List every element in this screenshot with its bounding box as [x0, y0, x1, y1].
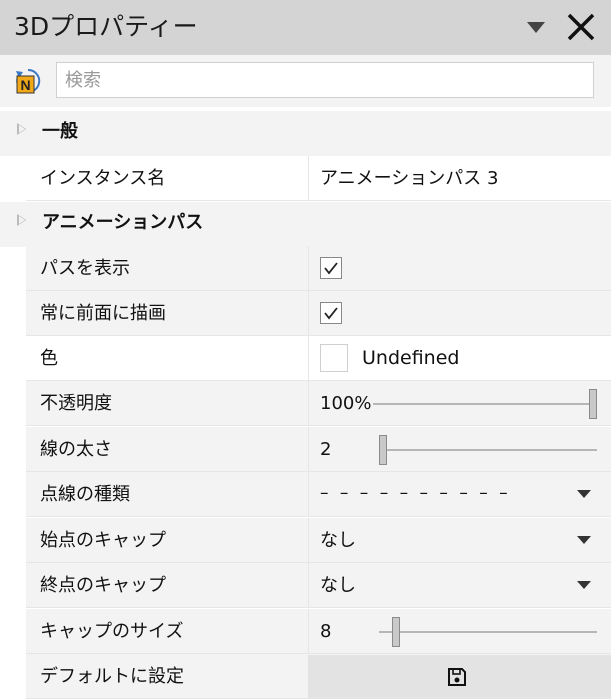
row-label: 始点のキャップ [40, 530, 166, 551]
section-animation-path[interactable]: アニメーションパス [0, 202, 611, 247]
opacity-text: 100% [320, 393, 372, 414]
close-icon[interactable] [566, 12, 596, 42]
instance-name-field[interactable]: アニメーションパス 3 [308, 156, 611, 200]
reset-icon[interactable]: N [14, 67, 44, 97]
checkmark-icon [324, 307, 338, 320]
row-label: 終点のキャップ [40, 575, 166, 596]
chevron-down-icon[interactable] [527, 22, 545, 33]
save-icon [448, 668, 466, 686]
line-width-slider-track[interactable] [379, 449, 597, 451]
row-label: インスタンス名 [40, 168, 166, 189]
row-opacity: 不透明度 100% [26, 381, 611, 426]
row-cap-size: キャップのサイズ 8 [26, 609, 611, 654]
row-label: 線の太さ [40, 439, 112, 460]
always-on-top-checkbox[interactable] [320, 302, 342, 324]
color-value: Undefined [308, 336, 611, 380]
svg-text:N: N [20, 77, 30, 93]
cap-size-value: 8 [308, 609, 611, 653]
search-input[interactable] [56, 62, 594, 98]
row-label: パスを表示 [40, 258, 130, 279]
row-always-on-top: 常に前面に描画 [26, 291, 611, 336]
save-default-button[interactable] [308, 655, 611, 698]
row-label: デフォルトに設定 [40, 666, 184, 687]
section-label: アニメーションパス [42, 212, 204, 233]
row-start-cap: 始点のキャップ なし [26, 518, 611, 563]
section-label: 一般 [42, 121, 78, 142]
line-width-text: 2 [320, 439, 332, 460]
row-show-path: パスを表示 [26, 246, 611, 291]
row-label: 不透明度 [40, 393, 112, 414]
expand-triangle-icon[interactable] [17, 123, 26, 135]
opacity-slider-thumb[interactable] [589, 389, 597, 419]
color-swatch[interactable] [320, 344, 348, 372]
set-default-value [308, 654, 611, 698]
line-width-value: 2 [308, 427, 611, 471]
start-cap-value: なし [320, 530, 356, 551]
opacity-value: 100% [308, 381, 611, 425]
color-text: Undefined [362, 347, 460, 369]
instance-name-value: アニメーションパス 3 [320, 168, 499, 189]
opacity-slider-track[interactable] [373, 403, 597, 405]
end-cap-dropdown[interactable]: なし [308, 563, 611, 607]
always-on-top-value [308, 291, 611, 335]
row-label: 色 [40, 348, 58, 369]
row-instance-name: インスタンス名 アニメーションパス 3 [26, 156, 611, 201]
cap-size-slider-thumb[interactable] [392, 617, 400, 647]
cap-size-slider-track[interactable] [379, 631, 597, 633]
window-title: 3Dプロパティー [14, 12, 198, 41]
row-label: 点線の種類 [40, 484, 130, 505]
dropdown-arrow-icon[interactable] [577, 490, 591, 498]
show-path-value [308, 246, 611, 290]
row-label: 常に前面に描画 [40, 303, 166, 324]
dropdown-arrow-icon[interactable] [577, 581, 591, 589]
start-cap-dropdown[interactable]: なし [308, 518, 611, 562]
row-color: 色 Undefined [26, 336, 611, 381]
row-dash-type: 点線の種類 – – – – – – – – – – [26, 472, 611, 517]
section-general[interactable]: 一般 [0, 111, 611, 156]
row-label: キャップのサイズ [40, 621, 184, 642]
dash-type-dropdown[interactable]: – – – – – – – – – – [308, 472, 611, 516]
row-line-width: 線の太さ 2 [26, 427, 611, 472]
show-path-checkbox[interactable] [320, 257, 342, 279]
dash-type-value: – – – – – – – – – – [320, 483, 511, 503]
checkmark-icon [324, 262, 338, 275]
title-bar: 3Dプロパティー [0, 0, 611, 55]
end-cap-value: なし [320, 575, 356, 596]
dropdown-arrow-icon[interactable] [577, 536, 591, 544]
row-end-cap: 終点のキャップ なし [26, 563, 611, 608]
expand-triangle-icon[interactable] [17, 214, 26, 226]
cap-size-text: 8 [320, 621, 332, 642]
line-width-slider-thumb[interactable] [379, 435, 387, 465]
row-set-default: デフォルトに設定 [26, 654, 611, 699]
